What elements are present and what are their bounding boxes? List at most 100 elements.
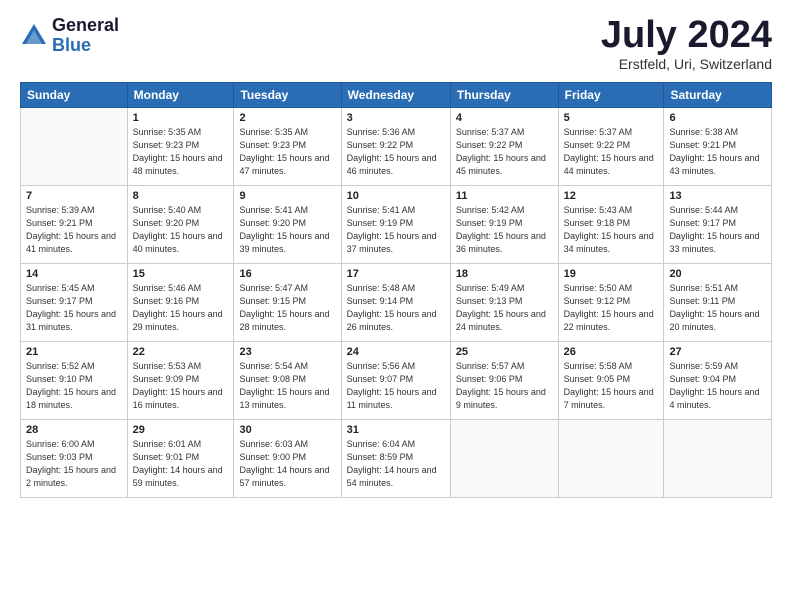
day-number: 14 [26,268,122,280]
col-wednesday: Wednesday [341,83,450,108]
day-info: Sunrise: 5:37 AMSunset: 9:22 PMDaylight:… [564,126,659,178]
day-info: Sunrise: 5:54 AMSunset: 9:08 PMDaylight:… [239,360,335,412]
calendar-cell: 21Sunrise: 5:52 AMSunset: 9:10 PMDayligh… [21,342,128,420]
day-info: Sunrise: 5:43 AMSunset: 9:18 PMDaylight:… [564,204,659,256]
day-info: Sunrise: 5:47 AMSunset: 9:15 PMDaylight:… [239,282,335,334]
day-info: Sunrise: 5:59 AMSunset: 9:04 PMDaylight:… [669,360,766,412]
calendar-cell: 7 Sunrise: 5:39 AMSunset: 9:21 PMDaylight… [21,186,128,264]
calendar-week-row: 28 Sunrise: 6:00 AMSunset: 9:03 PMDayligh… [21,420,772,498]
day-number: 9 [239,190,335,202]
day-info: Sunrise: 5:58 AMSunset: 9:05 PMDaylight:… [564,360,659,412]
day-number: 31 [347,424,445,436]
calendar-cell: 19Sunrise: 5:50 AMSunset: 9:12 PMDayligh… [558,264,664,342]
calendar-cell: 10Sunrise: 5:41 AMSunset: 9:19 PMDayligh… [341,186,450,264]
col-sunday: Sunday [21,83,128,108]
calendar-cell: 6Sunrise: 5:38 AMSunset: 9:21 PMDaylight… [664,108,772,186]
day-info: Sunrise: 5:53 AMSunset: 9:09 PMDaylight:… [133,360,229,412]
day-info: Sunrise: 5:49 AMSunset: 9:13 PMDaylight:… [456,282,553,334]
day-info: Sunrise: 5:44 AMSunset: 9:17 PMDaylight:… [669,204,766,256]
day-info: Sunrise: 5:37 AMSunset: 9:22 PMDaylight:… [456,126,553,178]
calendar-cell: 26 Sunrise: 5:58 AMSunset: 9:05 PMDayligh… [558,342,664,420]
col-thursday: Thursday [450,83,558,108]
calendar-cell: 16 Sunrise: 5:47 AMSunset: 9:15 PMDayligh… [234,264,341,342]
calendar-cell [450,420,558,498]
day-number: 30 [239,424,335,436]
calendar-cell: 3 Sunrise: 5:36 AMSunset: 9:22 PMDaylight… [341,108,450,186]
calendar-cell: 12Sunrise: 5:43 AMSunset: 9:18 PMDayligh… [558,186,664,264]
day-info: Sunrise: 5:36 AMSunset: 9:22 PMDaylight:… [347,126,445,178]
day-info: Sunrise: 5:45 AMSunset: 9:17 PMDaylight:… [26,282,122,334]
calendar-cell: 24Sunrise: 5:56 AMSunset: 9:07 PMDayligh… [341,342,450,420]
calendar-cell: 13 Sunrise: 5:44 AMSunset: 9:17 PMDayligh… [664,186,772,264]
day-info: Sunrise: 6:04 AMSunset: 8:59 PMDaylight:… [347,438,445,490]
calendar-week-row: 1 Sunrise: 5:35 AMSunset: 9:23 PMDaylight… [21,108,772,186]
calendar-week-row: 21Sunrise: 5:52 AMSunset: 9:10 PMDayligh… [21,342,772,420]
day-number: 10 [347,190,445,202]
day-info: Sunrise: 5:51 AMSunset: 9:11 PMDaylight:… [669,282,766,334]
col-monday: Monday [127,83,234,108]
calendar-cell: 14 Sunrise: 5:45 AMSunset: 9:17 PMDayligh… [21,264,128,342]
calendar-cell: 15 Sunrise: 5:46 AMSunset: 9:16 PMDayligh… [127,264,234,342]
day-number: 3 [347,112,445,124]
logo-icon [20,22,48,50]
calendar-body: 1 Sunrise: 5:35 AMSunset: 9:23 PMDaylight… [21,108,772,498]
day-number: 20 [669,268,766,280]
day-info: Sunrise: 5:38 AMSunset: 9:21 PMDaylight:… [669,126,766,178]
day-info: Sunrise: 5:35 AMSunset: 9:23 PMDaylight:… [133,126,229,178]
day-number: 19 [564,268,659,280]
col-saturday: Saturday [664,83,772,108]
calendar-cell: 31 Sunrise: 6:04 AMSunset: 8:59 PMDayligh… [341,420,450,498]
day-info: Sunrise: 6:00 AMSunset: 9:03 PMDaylight:… [26,438,122,490]
day-number: 26 [564,346,659,358]
day-info: Sunrise: 5:48 AMSunset: 9:14 PMDaylight:… [347,282,445,334]
day-info: Sunrise: 5:35 AMSunset: 9:23 PMDaylight:… [239,126,335,178]
calendar-cell: 20 Sunrise: 5:51 AMSunset: 9:11 PMDayligh… [664,264,772,342]
calendar-cell: 23 Sunrise: 5:54 AMSunset: 9:08 PMDayligh… [234,342,341,420]
day-number: 5 [564,112,659,124]
day-number: 18 [456,268,553,280]
day-info: Sunrise: 5:39 AMSunset: 9:21 PMDaylight:… [26,204,122,256]
day-number: 27 [669,346,766,358]
calendar-table: Sunday Monday Tuesday Wednesday Thursday… [20,82,772,498]
calendar-cell: 17 Sunrise: 5:48 AMSunset: 9:14 PMDayligh… [341,264,450,342]
day-number: 2 [239,112,335,124]
calendar-cell [21,108,128,186]
day-info: Sunrise: 5:57 AMSunset: 9:06 PMDaylight:… [456,360,553,412]
calendar-cell: 4 Sunrise: 5:37 AMSunset: 9:22 PMDaylight… [450,108,558,186]
day-number: 25 [456,346,553,358]
calendar-cell [664,420,772,498]
day-info: Sunrise: 5:46 AMSunset: 9:16 PMDaylight:… [133,282,229,334]
day-number: 21 [26,346,122,358]
day-number: 4 [456,112,553,124]
day-number: 7 [26,190,122,202]
header: General Blue July 2024 Erstfeld, Uri, Sw… [20,16,772,72]
day-number: 11 [456,190,553,202]
day-number: 22 [133,346,229,358]
day-number: 23 [239,346,335,358]
day-number: 17 [347,268,445,280]
calendar-cell: 29 Sunrise: 6:01 AMSunset: 9:01 PMDayligh… [127,420,234,498]
day-info: Sunrise: 5:41 AMSunset: 9:20 PMDaylight:… [239,204,335,256]
calendar-cell: 2 Sunrise: 5:35 AMSunset: 9:23 PMDaylight… [234,108,341,186]
calendar-header: Sunday Monday Tuesday Wednesday Thursday… [21,83,772,108]
calendar-cell: 25 Sunrise: 5:57 AMSunset: 9:06 PMDayligh… [450,342,558,420]
day-number: 29 [133,424,229,436]
logo-text: General Blue [52,16,119,56]
calendar-cell: 27 Sunrise: 5:59 AMSunset: 9:04 PMDayligh… [664,342,772,420]
day-number: 16 [239,268,335,280]
day-info: Sunrise: 6:03 AMSunset: 9:00 PMDaylight:… [239,438,335,490]
day-number: 1 [133,112,229,124]
day-info: Sunrise: 5:42 AMSunset: 9:19 PMDaylight:… [456,204,553,256]
day-info: Sunrise: 5:40 AMSunset: 9:20 PMDaylight:… [133,204,229,256]
day-number: 15 [133,268,229,280]
calendar-week-row: 7 Sunrise: 5:39 AMSunset: 9:21 PMDaylight… [21,186,772,264]
month-title: July 2024 [601,16,772,54]
calendar-cell: 18 Sunrise: 5:49 AMSunset: 9:13 PMDayligh… [450,264,558,342]
calendar-cell: 30 Sunrise: 6:03 AMSunset: 9:00 PMDayligh… [234,420,341,498]
day-number: 13 [669,190,766,202]
day-number: 28 [26,424,122,436]
col-friday: Friday [558,83,664,108]
calendar-week-row: 14 Sunrise: 5:45 AMSunset: 9:17 PMDayligh… [21,264,772,342]
day-info: Sunrise: 6:01 AMSunset: 9:01 PMDaylight:… [133,438,229,490]
calendar-cell: 9 Sunrise: 5:41 AMSunset: 9:20 PMDaylight… [234,186,341,264]
